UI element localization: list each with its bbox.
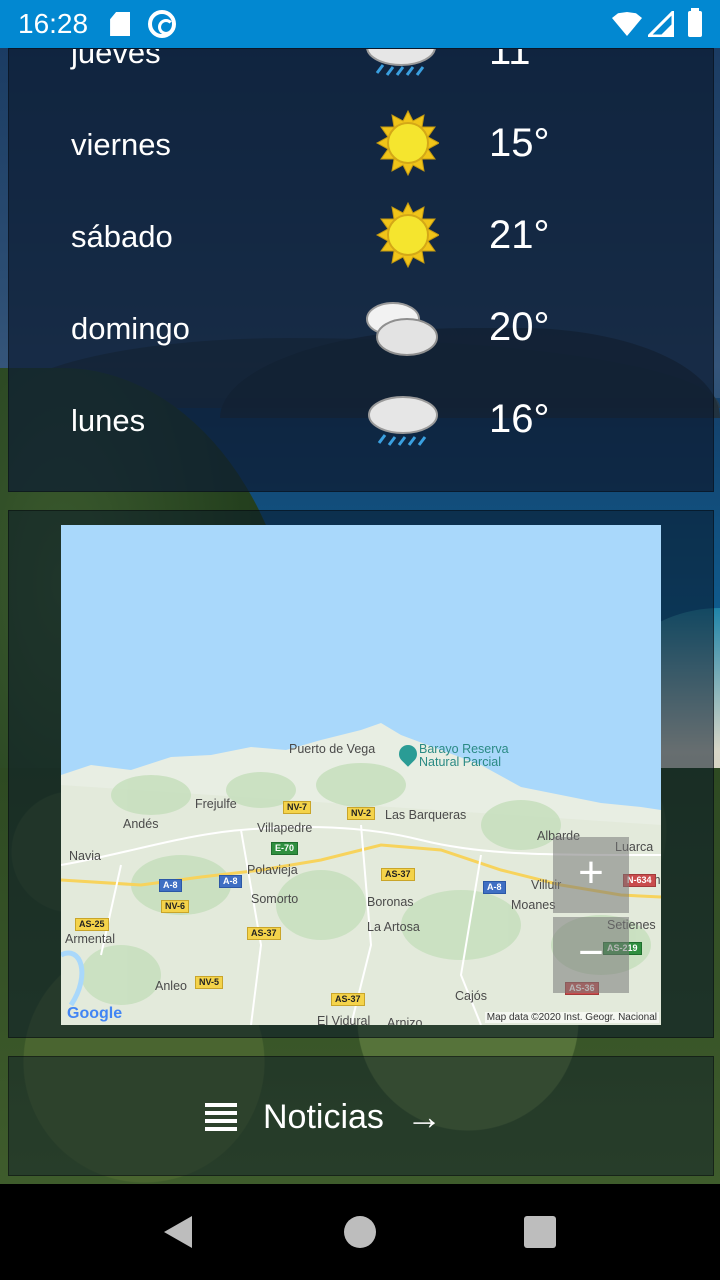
map-attribution[interactable]: Map data ©2020 Inst. Geogr. Nacional (484, 1012, 659, 1023)
map-place-label: El Vidural (317, 1014, 371, 1026)
map-place-label: Barayo Reserva Natural Parcial (419, 742, 509, 769)
cell-signal-icon (648, 11, 674, 37)
sync-icon (148, 10, 177, 38)
map-place-label: Frejulfe (195, 797, 237, 811)
arrow-right-icon: → (405, 1096, 442, 1137)
sun-icon (375, 201, 439, 269)
road-badge: AS-37 (331, 993, 365, 1006)
forecast-row[interactable]: jueves 11° (9, 48, 713, 97)
day-temp: 16° (489, 397, 550, 441)
google-logo: Google (67, 1005, 123, 1022)
day-temp: 15° (489, 121, 550, 165)
back-icon[interactable] (164, 1216, 192, 1248)
map-place-label: Armental (65, 932, 116, 946)
map-place-label: Polavieja (247, 863, 298, 877)
map-place-label: Cajós (455, 989, 487, 1003)
road-badge: NV-6 (161, 900, 190, 913)
map-panel: Puerto de Vega Barayo Reserva Natural Pa… (8, 510, 714, 1038)
map-place-label: Navia (69, 849, 101, 863)
news-label: Noticias (263, 1097, 384, 1136)
rain-cloud-icon (366, 49, 436, 76)
news-button[interactable]: Noticias → (205, 1095, 442, 1139)
map-place-label: Puerto de Vega (289, 742, 376, 756)
system-nav-bar (0, 1184, 720, 1280)
status-bar: 16:28 (0, 0, 720, 48)
map-place-label: Somorto (251, 892, 299, 906)
sd-card-icon (110, 12, 131, 36)
daily-forecast-panel: jueves 11° viernes 15° sábado 21° doming… (8, 48, 714, 492)
zoom-in-button[interactable]: + (553, 837, 629, 913)
map-place-label: Villapedre (257, 821, 313, 835)
clouds-icon (366, 302, 438, 356)
forecast-row[interactable]: sábado 21° (9, 189, 713, 281)
road-badge: A-8 (219, 875, 242, 888)
road-badge: AS-37 (247, 927, 281, 940)
road-badge: E-70 (271, 842, 299, 855)
map-place-label: Andés (123, 817, 159, 831)
home-icon[interactable] (344, 1216, 376, 1248)
forecast-row[interactable]: viernes 15° (9, 97, 713, 189)
map-place-label: Moanes (511, 898, 556, 912)
map-place-label: Las Barqueras (385, 808, 467, 822)
map-place-label: Boronas (367, 895, 414, 909)
wifi-icon (612, 12, 642, 36)
map-place-label: Anleo (155, 979, 187, 993)
map-view[interactable]: Puerto de Vega Barayo Reserva Natural Pa… (61, 525, 661, 1025)
road-badge: NV-7 (283, 801, 312, 814)
day-name: domingo (71, 311, 190, 346)
road-badge: AS-25 (75, 918, 109, 931)
sun-icon (375, 109, 439, 177)
forecast-row[interactable]: lunes 16° (9, 373, 713, 465)
road-badge: NV-2 (347, 807, 376, 820)
day-temp: 21° (489, 213, 550, 257)
battery-icon (688, 8, 702, 37)
rain-cloud-icon (368, 396, 438, 446)
recents-icon[interactable] (524, 1216, 556, 1248)
day-name: sábado (71, 219, 173, 254)
road-badge: AS-37 (381, 868, 415, 881)
road-badge: NV-5 (195, 976, 224, 989)
status-time: 16:28 (18, 8, 89, 39)
map-place-label: Arnizo (387, 1016, 423, 1026)
day-temp: 20° (489, 305, 550, 349)
zoom-out-button[interactable]: − (553, 917, 629, 993)
day-temp: 11° (489, 48, 547, 73)
road-badge: A-8 (159, 879, 182, 892)
list-icon (205, 1103, 237, 1131)
map-place-label: La Artosa (367, 920, 420, 934)
day-name: viernes (71, 127, 171, 162)
news-panel: Noticias → (8, 1056, 714, 1176)
forecast-row[interactable]: domingo 20° (9, 281, 713, 373)
road-badge: A-8 (483, 881, 506, 894)
day-name: jueves (71, 48, 161, 70)
day-name: lunes (71, 403, 146, 438)
